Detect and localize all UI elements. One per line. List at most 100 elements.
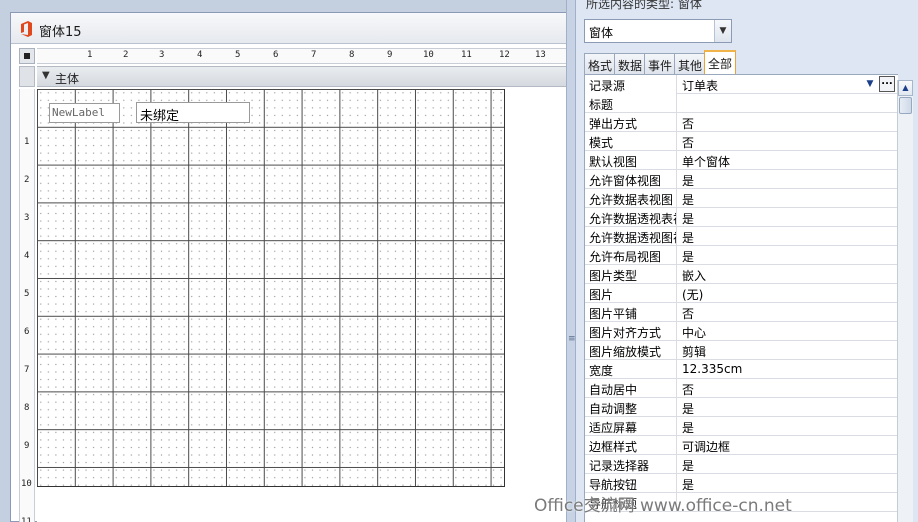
- property-value[interactable]: 12.335cm: [682, 360, 897, 379]
- property-value[interactable]: 是: [682, 455, 897, 474]
- property-row[interactable]: 允许数据表视图是: [585, 189, 898, 208]
- property-value[interactable]: [682, 94, 897, 113]
- property-name: 图片平铺: [585, 303, 677, 322]
- hruler-number: 12: [499, 50, 510, 60]
- office-form-icon: [21, 21, 32, 37]
- property-name: 适应屏幕: [585, 417, 677, 436]
- property-row[interactable]: 图片平铺否: [585, 303, 898, 322]
- property-name: 自动居中: [585, 379, 677, 398]
- property-row[interactable]: 记录源 订单表 ▼...: [585, 75, 898, 94]
- scroll-thumb[interactable]: [899, 97, 912, 114]
- property-name: 记录源: [585, 75, 677, 94]
- form-selector[interactable]: [19, 48, 35, 64]
- vruler-number: 1: [24, 137, 30, 147]
- property-row[interactable]: 图片缩放模式 剪辑: [585, 341, 898, 360]
- selection-combo[interactable]: 窗体 ▼: [584, 19, 732, 43]
- property-row[interactable]: 允许布局视图是: [585, 246, 898, 265]
- selection-combo-value: 窗体: [589, 26, 614, 40]
- selection-type-label: 所选内容的类型: 窗体: [586, 0, 702, 11]
- property-row[interactable]: 模式否: [585, 132, 898, 151]
- property-row[interactable]: 边框样式 可调边框: [585, 436, 898, 455]
- property-row[interactable]: 自动居中否: [585, 379, 898, 398]
- section-label: 主体: [55, 72, 80, 86]
- hruler-number: 13: [535, 50, 546, 60]
- property-value[interactable]: 是: [682, 170, 897, 189]
- property-value[interactable]: 剪辑: [682, 341, 897, 360]
- property-row[interactable]: 记录选择器是: [585, 455, 898, 474]
- property-row[interactable]: 允许数据透视表视图是: [585, 208, 898, 227]
- property-row[interactable]: 适应屏幕是: [585, 417, 898, 436]
- property-value[interactable]: 是: [682, 417, 897, 436]
- vruler-number: 6: [24, 327, 30, 337]
- hruler-number: 9: [387, 50, 393, 60]
- vruler-number: 10: [21, 479, 32, 489]
- property-name: 标题: [585, 94, 677, 113]
- property-value[interactable]: 中心: [682, 322, 897, 341]
- property-value[interactable]: 是: [682, 398, 897, 417]
- tab-all[interactable]: 全部: [704, 50, 737, 75]
- property-row[interactable]: 允许窗体视图是: [585, 170, 898, 189]
- chevron-down-icon[interactable]: ▼: [863, 76, 877, 92]
- vruler-number: 4: [24, 251, 30, 261]
- property-value[interactable]: 否: [682, 379, 897, 398]
- design-canvas-empty-area: [505, 89, 567, 522]
- property-row[interactable]: 自动调整是: [585, 398, 898, 417]
- property-row[interactable]: 图片对齐方式 中心: [585, 322, 898, 341]
- chevron-down-icon[interactable]: ▼: [714, 20, 731, 42]
- section-selector[interactable]: [19, 66, 35, 87]
- property-value[interactable]: 否: [682, 113, 897, 132]
- property-value[interactable]: 是: [682, 246, 897, 265]
- property-name: 图片类型: [585, 265, 677, 284]
- hruler-number: 10: [423, 50, 434, 60]
- property-name: 图片: [585, 284, 677, 303]
- horizontal-ruler[interactable]: 1 2 3 4 5 6 7 8 9 10 11 12 13: [37, 48, 567, 64]
- property-name: 允许数据表视图: [585, 189, 677, 208]
- property-value[interactable]: (无): [682, 284, 897, 303]
- property-value[interactable]: 可调边框: [682, 436, 897, 455]
- hruler-number: 11: [461, 50, 472, 60]
- property-name: 边框样式: [585, 436, 677, 455]
- property-value[interactable]: 否: [682, 132, 897, 151]
- property-name: 自动调整: [585, 398, 677, 417]
- tab-other[interactable]: 其他: [674, 53, 707, 74]
- property-row[interactable]: 允许数据透视图视图是: [585, 227, 898, 246]
- design-grid[interactable]: [37, 89, 505, 487]
- property-row[interactable]: 图片 (无): [585, 284, 898, 303]
- pane-splitter[interactable]: ≡: [566, 0, 576, 522]
- section-arrow-icon: ▼: [42, 70, 50, 81]
- property-value[interactable]: 否: [682, 303, 897, 322]
- hruler-number: 3: [159, 50, 165, 60]
- property-row[interactable]: 标题: [585, 94, 898, 113]
- property-row[interactable]: 弹出方式否: [585, 113, 898, 132]
- hruler-number: 2: [123, 50, 129, 60]
- property-value[interactable]: 嵌入: [682, 265, 897, 284]
- property-name: 默认视图: [585, 151, 677, 170]
- property-row[interactable]: 默认视图 单个窗体: [585, 151, 898, 170]
- design-canvas-bottom-area: [37, 488, 505, 522]
- tab-event[interactable]: 事件: [644, 53, 677, 74]
- tab-data[interactable]: 数据: [614, 53, 647, 74]
- property-value[interactable]: 是: [682, 208, 897, 227]
- property-value[interactable]: 是: [682, 227, 897, 246]
- scroll-up-icon[interactable]: ▲: [898, 80, 913, 96]
- property-value[interactable]: 是: [682, 189, 897, 208]
- vruler-number: 8: [24, 403, 30, 413]
- tab-format[interactable]: 格式: [584, 53, 617, 74]
- property-row[interactable]: 宽度 12.335cm: [585, 360, 898, 379]
- property-name: 允许数据透视图视图: [585, 227, 677, 246]
- hruler-number: 6: [273, 50, 279, 60]
- form-tab-header[interactable]: 窗体15: [11, 13, 566, 44]
- property-name: 模式: [585, 132, 677, 151]
- splitter-grip-icon: ≡: [568, 334, 576, 344]
- property-value[interactable]: 单个窗体: [682, 151, 897, 170]
- property-scrollbar[interactable]: ▲: [897, 80, 913, 522]
- builder-ellipsis-button[interactable]: ...: [879, 76, 895, 92]
- detail-section-header[interactable]: ▼ 主体: [37, 66, 567, 87]
- vertical-ruler[interactable]: 1 2 3 4 5 6 7 8 9 10 11: [19, 89, 35, 522]
- grid-dots: [37, 89, 504, 486]
- property-name: 记录选择器: [585, 455, 677, 474]
- label-control[interactable]: NewLabel: [49, 103, 120, 123]
- textbox-control[interactable]: 未绑定: [136, 102, 250, 124]
- hruler-number: 8: [349, 50, 355, 60]
- property-row[interactable]: 图片类型 嵌入: [585, 265, 898, 284]
